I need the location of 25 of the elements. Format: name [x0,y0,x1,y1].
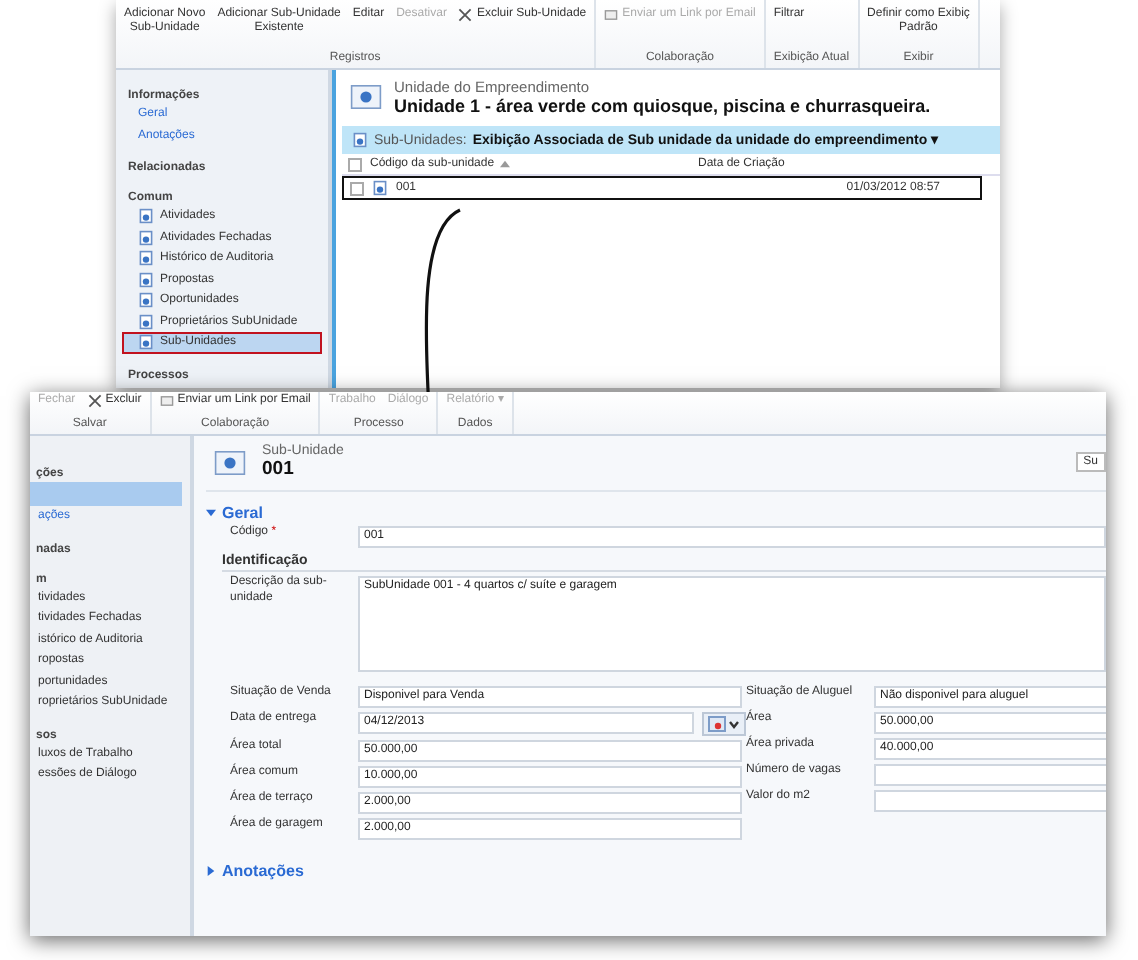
document-icon [372,180,388,196]
input-field[interactable] [874,764,1106,786]
expand-icon [206,866,216,876]
document-icon [138,229,154,246]
record-title: Unidade 1 - área verde com quiosque, piscina e churrasqueira. [394,96,931,116]
sort-arrow-icon [500,160,511,168]
collapse-icon [206,508,216,518]
envelope-icon [604,8,619,22]
checkbox[interactable] [348,157,362,171]
document-icon [138,271,154,288]
section-header[interactable]: Anotações [206,862,304,880]
calendar-button[interactable] [702,712,746,736]
section-header[interactable]: Geral [206,504,263,522]
input-field[interactable] [874,790,1106,812]
close-icon [87,394,102,408]
checkbox[interactable] [350,181,364,195]
record-title: 001 [262,458,296,480]
document-icon [138,334,154,351]
document-icon [138,313,154,330]
document-icon [352,132,368,148]
document-icon [138,208,154,225]
document-icon [138,292,154,309]
document-icon [138,250,154,267]
close-icon [458,8,473,22]
envelope-icon [159,394,174,408]
